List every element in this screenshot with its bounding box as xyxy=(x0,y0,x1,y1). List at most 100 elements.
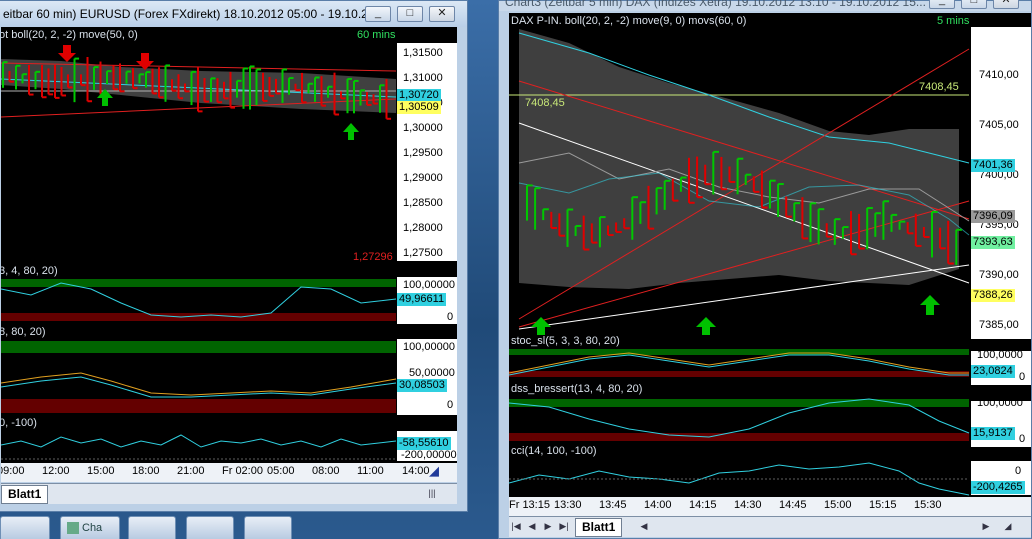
indicator-label: DAX P-IN. boll(20, 2, -2) move(9, 0) mov… xyxy=(511,15,747,27)
time-tick-label: 13:45 xyxy=(599,499,627,511)
price-tick-label: 1,31500 xyxy=(403,47,443,59)
price-tick-label: 7385,00 xyxy=(979,319,1019,331)
osc2-tick: 100,0000 xyxy=(977,397,1023,409)
time-tick-label: 21:00 xyxy=(177,465,205,477)
price-tick-label: 7410,00 xyxy=(979,69,1019,81)
window-titlebar[interactable]: eitbar 60 min) EURUSD (Forex FXdirekt) 1… xyxy=(0,1,467,27)
osc1-tick: 100,00000 xyxy=(403,279,455,291)
osc3-tick: 0 xyxy=(1015,465,1022,477)
scroll-right-icon[interactable]: ||| xyxy=(425,487,439,500)
time-tick-label: 15:00 xyxy=(824,499,852,511)
price-tick-label: 1,29500 xyxy=(403,147,443,159)
osc3-label: 0, -100) xyxy=(1,417,37,429)
close-button[interactable]: ✕ xyxy=(993,0,1019,9)
drawing-tool-icon[interactable]: ◢ xyxy=(429,463,439,479)
taskbar-button[interactable] xyxy=(0,516,50,539)
scroll-right-icon[interactable]: ▶ xyxy=(979,520,993,533)
tab-prev-icon[interactable]: ◀ xyxy=(525,520,539,533)
sheet-tab-strip: |◀ ◀ ▶ ▶| Blatt1 ◀ ▶ ◢ xyxy=(509,516,1031,537)
tab-next-icon[interactable]: ▶ xyxy=(541,520,555,533)
price-tick-label: 1,28500 xyxy=(403,197,443,209)
window-title: eitbar 60 min) EURUSD (Forex FXdirekt) 1… xyxy=(3,7,392,21)
indicator-label: ot boll(20, 2, -2) move(50, 0) xyxy=(1,29,138,41)
time-tick-label: 15:30 xyxy=(914,499,942,511)
osc3-flag: -58,55610 xyxy=(397,437,451,450)
sheet-tab-strip: Blatt1 ||| xyxy=(1,483,457,504)
taskbar-button[interactable] xyxy=(186,516,234,539)
osc1-tick: 0 xyxy=(447,311,454,323)
level-label-right: 7408,45 xyxy=(919,81,959,93)
osc3-label: cci(14, 100, -100) xyxy=(511,445,597,457)
close-button[interactable]: ✕ xyxy=(429,6,455,22)
time-tick-label: 15:00 xyxy=(87,465,115,477)
price-flag-gray: 7396,09 xyxy=(971,210,1015,223)
time-tick-label: 12:00 xyxy=(42,465,70,477)
price-tick-label: 1,29000 xyxy=(403,172,443,184)
time-tick-label: 13:30 xyxy=(554,499,582,511)
maximize-button[interactable]: □ xyxy=(961,0,987,9)
taskbar-button-chart[interactable]: Cha xyxy=(60,516,120,539)
price-flag-secondary: 1,30509 xyxy=(397,101,441,114)
taskbar-button[interactable] xyxy=(128,516,176,539)
osc1-flag: 49,96611 xyxy=(397,293,447,306)
time-tick-label: 14:45 xyxy=(779,499,807,511)
sheet-tab[interactable]: Blatt1 xyxy=(575,518,623,537)
price-tick-label: 1,27500 xyxy=(403,247,443,259)
time-tick-label: 05:00 xyxy=(267,465,295,477)
osc2-label: dss_bressert(13, 4, 80, 20) xyxy=(511,383,643,395)
osc2-tick: 0 xyxy=(1019,433,1026,445)
dax-chart-window[interactable]: Chart3 (Zeitbar 5 min) DAX (Indizes Xetr… xyxy=(498,0,1032,539)
price-tick-label: 1,31000 xyxy=(403,72,443,84)
scroll-left-icon[interactable]: ◀ xyxy=(637,520,651,533)
interval-label: 60 mins xyxy=(357,29,396,41)
osc1-tick: 100,0000 xyxy=(977,349,1023,361)
osc2-flag: 15,9137 xyxy=(971,427,1015,440)
osc1-label: 3, 4, 80, 20) xyxy=(1,265,58,277)
time-tick-label: Fr 13:15 xyxy=(509,499,550,511)
time-tick-label: 14:30 xyxy=(734,499,762,511)
chart-area[interactable]: DAX P-IN. boll(20, 2, -2) move(9, 0) mov… xyxy=(509,13,1031,516)
price-tick-label: 1,30000 xyxy=(403,122,443,134)
price-tick-label: 1,28000 xyxy=(403,222,443,234)
red-level-label: 1,27296 xyxy=(353,251,393,263)
window-title: Chart3 (Zeitbar 5 min) DAX (Indizes Xetr… xyxy=(505,0,926,9)
maximize-button[interactable]: □ xyxy=(397,6,423,22)
time-tick-label: 08:00 xyxy=(312,465,340,477)
tab-first-icon[interactable]: |◀ xyxy=(509,520,523,533)
time-tick-label: 14:00 xyxy=(402,465,430,477)
osc3-flag: -200,4265 xyxy=(971,481,1025,494)
osc2-label: 8, 80, 20) xyxy=(1,326,46,338)
osc2-flag: 30,08503 xyxy=(397,379,447,392)
time-tick-label: 14:15 xyxy=(689,499,717,511)
osc2-tick: 50,00000 xyxy=(409,367,455,379)
osc3-tick: -200,00000 xyxy=(401,449,457,461)
minimize-button[interactable]: _ xyxy=(365,6,391,22)
eurusd-chart-window[interactable]: eitbar 60 min) EURUSD (Forex FXdirekt) 1… xyxy=(0,0,468,512)
minimize-button[interactable]: _ xyxy=(929,0,955,9)
osc1-flag: 23,0824 xyxy=(971,365,1015,378)
price-flag-green: 7393,63 xyxy=(971,236,1015,249)
time-tick-label: 09:00 xyxy=(1,465,25,477)
osc2-tick: 0 xyxy=(447,399,454,411)
sheet-tab[interactable]: Blatt1 xyxy=(1,485,49,504)
time-tick-label: 15:15 xyxy=(869,499,897,511)
window-titlebar[interactable]: Chart3 (Zeitbar 5 min) DAX (Indizes Xetr… xyxy=(499,0,1031,11)
price-tick-label: 7390,00 xyxy=(979,269,1019,281)
price-tick-label: 7405,00 xyxy=(979,119,1019,131)
osc2-tick: 100,00000 xyxy=(403,341,455,353)
taskbar-label: Cha xyxy=(82,522,103,534)
time-tick-label: Fr 02:00 xyxy=(222,465,263,477)
osc1-tick: 0 xyxy=(1019,371,1026,383)
price-flag-yellow: 7388,26 xyxy=(971,289,1015,302)
resize-grip-icon[interactable]: ◢ xyxy=(1001,520,1015,533)
tab-last-icon[interactable]: ▶| xyxy=(557,520,571,533)
level-label-left: 7408,45 xyxy=(525,97,565,109)
osc1-label: stoc_sl(5, 3, 3, 80, 20) xyxy=(511,335,620,347)
time-tick-label: 11:00 xyxy=(357,465,384,477)
chart-app-icon xyxy=(67,522,79,534)
chart-area[interactable]: ot boll(20, 2, -2) move(50, 0) 60 mins 1… xyxy=(1,27,457,482)
interval-label: 5 mins xyxy=(937,15,970,27)
price-flag-cyan: 7401,36 xyxy=(971,159,1015,172)
time-tick-label: 14:00 xyxy=(644,499,672,511)
taskbar-button[interactable] xyxy=(244,516,292,539)
